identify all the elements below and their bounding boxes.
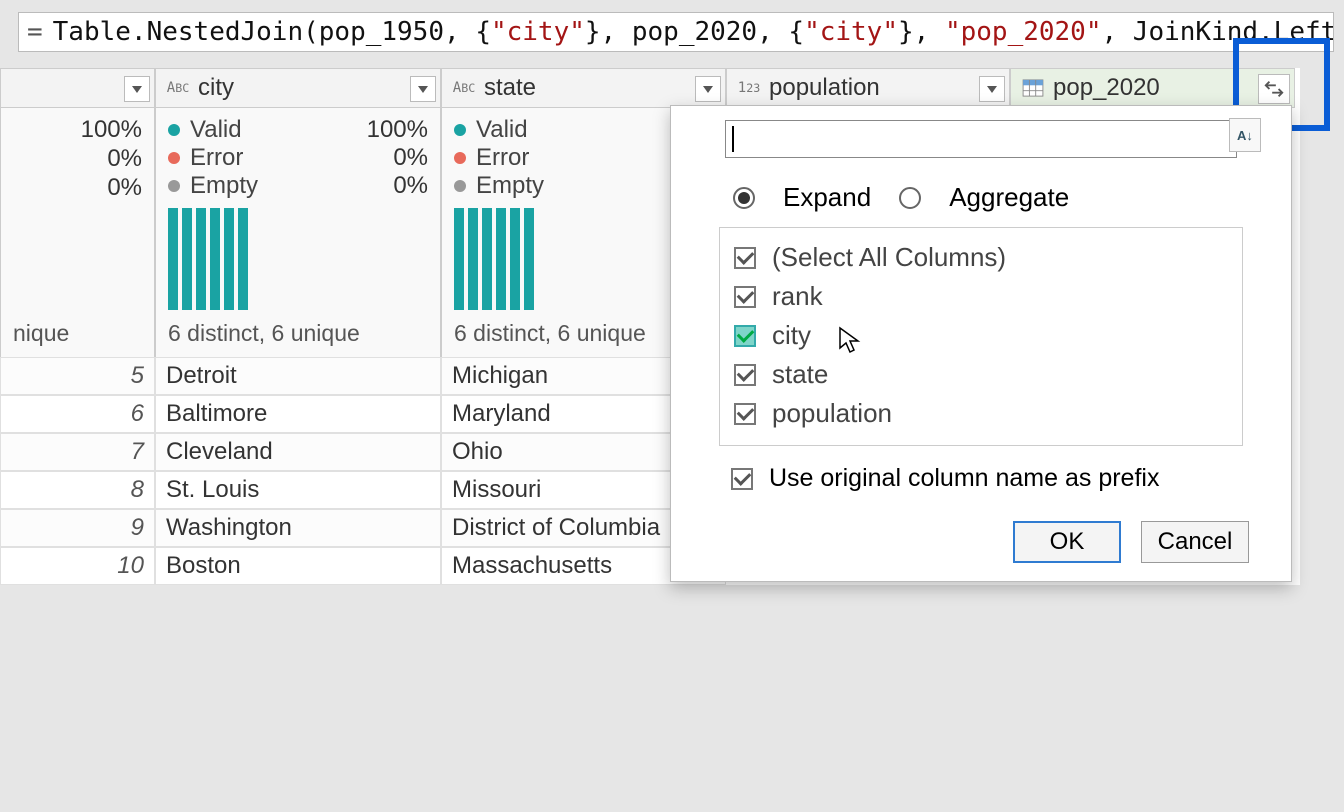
cell-city: Baltimore — [155, 395, 441, 433]
expand-mode-group: Expand Aggregate — [683, 176, 1279, 227]
column-item-label: state — [772, 359, 828, 390]
cell-rank: 9 — [0, 509, 155, 547]
cell-city: Washington — [155, 509, 441, 547]
filter-dropdown-icon[interactable] — [124, 76, 150, 102]
filter-dropdown-icon[interactable] — [695, 76, 721, 102]
column-header-population[interactable]: 123 population — [726, 68, 1010, 108]
formula-bar[interactable]: = Table.NestedJoin(pop_1950, {"city"}, p… — [18, 12, 1334, 52]
cell-rank: 7 — [0, 433, 155, 471]
checkbox-icon[interactable] — [734, 325, 756, 347]
cell-rank: 6 — [0, 395, 155, 433]
distribution-bars — [168, 200, 428, 310]
cell-rank: 5 — [0, 357, 155, 395]
text-type-icon: ABC — [164, 76, 192, 100]
cell-city: Detroit — [155, 357, 441, 395]
number-type-icon: 123 — [735, 76, 763, 100]
formula-text: Table.NestedJoin(pop_1950, {"city"}, pop… — [53, 17, 1334, 47]
column-header-city[interactable]: ABC city — [155, 68, 441, 108]
column-item-label: rank — [772, 281, 823, 312]
expand-button[interactable] — [1258, 74, 1290, 104]
column-item-state[interactable]: state — [734, 355, 1232, 394]
checkbox-icon[interactable] — [734, 247, 756, 269]
table-type-icon — [1019, 76, 1047, 100]
formula-equals: = — [27, 17, 43, 47]
column-name: city — [198, 74, 234, 102]
distinct-rank: nique — [0, 316, 155, 357]
column-item-city[interactable]: city — [734, 316, 1232, 355]
checkbox-icon[interactable] — [734, 286, 756, 308]
checkbox-icon[interactable] — [734, 403, 756, 425]
column-name: state — [484, 74, 536, 102]
quality-rank: 100% 0% 0% — [0, 108, 155, 316]
column-name: pop_2020 — [1053, 74, 1160, 102]
cell-city: St. Louis — [155, 471, 441, 509]
columns-list: (Select All Columns) rank city state popula… — [719, 227, 1243, 446]
column-header-rank[interactable] — [0, 68, 155, 108]
prefix-row[interactable]: Use original column name as prefix — [683, 446, 1279, 493]
checkbox-icon[interactable] — [731, 468, 753, 490]
cell-rank: 8 — [0, 471, 155, 509]
radio-aggregate[interactable] — [899, 187, 921, 209]
search-input[interactable] — [725, 120, 1237, 158]
radio-expand[interactable] — [733, 187, 755, 209]
quality-empty-pct: 0% — [13, 174, 142, 203]
column-header-pop2020[interactable]: pop_2020 — [1010, 68, 1295, 108]
error-dot-icon — [168, 152, 180, 164]
filter-dropdown-icon[interactable] — [410, 76, 436, 102]
expand-popup: A↓ Expand Aggregate (Select All Columns)… — [670, 105, 1292, 582]
cell-city: Cleveland — [155, 433, 441, 471]
empty-dot-icon — [454, 180, 466, 192]
column-item-label: population — [772, 398, 892, 429]
empty-dot-icon — [168, 180, 180, 192]
select-all-row[interactable]: (Select All Columns) — [734, 238, 1232, 277]
sort-button[interactable]: A↓ — [1229, 118, 1261, 152]
column-item-label: city — [772, 320, 811, 351]
error-dot-icon — [454, 152, 466, 164]
cancel-button[interactable]: Cancel — [1141, 521, 1249, 563]
cell-city: Boston — [155, 547, 441, 585]
prefix-label: Use original column name as prefix — [769, 464, 1159, 493]
ok-button[interactable]: OK — [1013, 521, 1121, 563]
column-name: population — [769, 74, 880, 102]
column-header-state[interactable]: ABC state — [441, 68, 726, 108]
column-item-rank[interactable]: rank — [734, 277, 1232, 316]
cell-rank: 10 — [0, 547, 155, 585]
checkbox-icon[interactable] — [734, 364, 756, 386]
quality-city: Valid100% Error0% Empty0% — [155, 108, 441, 316]
quality-valid-pct: 100% — [13, 116, 142, 145]
select-all-label: (Select All Columns) — [772, 242, 1006, 273]
valid-dot-icon — [168, 124, 180, 136]
column-item-population[interactable]: population — [734, 394, 1232, 433]
text-type-icon: ABC — [450, 76, 478, 100]
distinct-city: 6 distinct, 6 unique — [155, 316, 441, 357]
header-row: ABC city ABC state 123 population pop_20… — [0, 68, 1300, 108]
valid-dot-icon — [454, 124, 466, 136]
radio-expand-label: Expand — [783, 182, 871, 213]
filter-dropdown-icon[interactable] — [979, 76, 1005, 102]
radio-aggregate-label: Aggregate — [949, 182, 1069, 213]
quality-error-pct: 0% — [13, 145, 142, 174]
